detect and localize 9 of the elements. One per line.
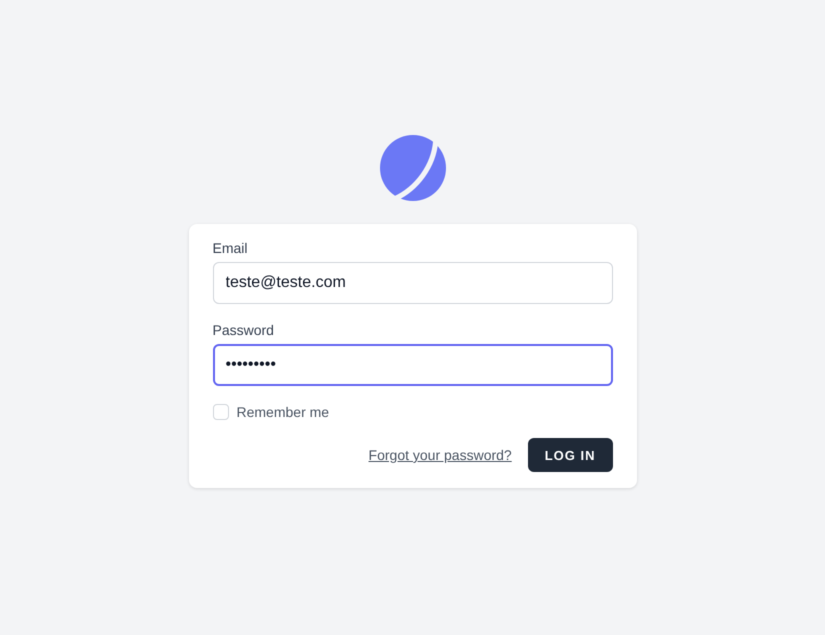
logo-icon [380,135,446,201]
input-field[interactable]: teste@teste.com [212,262,612,304]
field-label: Email [212,240,248,256]
checkbox[interactable] [212,404,228,420]
checkbox-label: Remember me [236,404,330,420]
input-field[interactable]: ••••••••• [212,344,612,386]
field-label: Password [212,322,274,338]
login-button[interactable]: LOG IN [528,438,612,472]
forgot-password-link[interactable]: Forgot your password? [368,447,512,463]
